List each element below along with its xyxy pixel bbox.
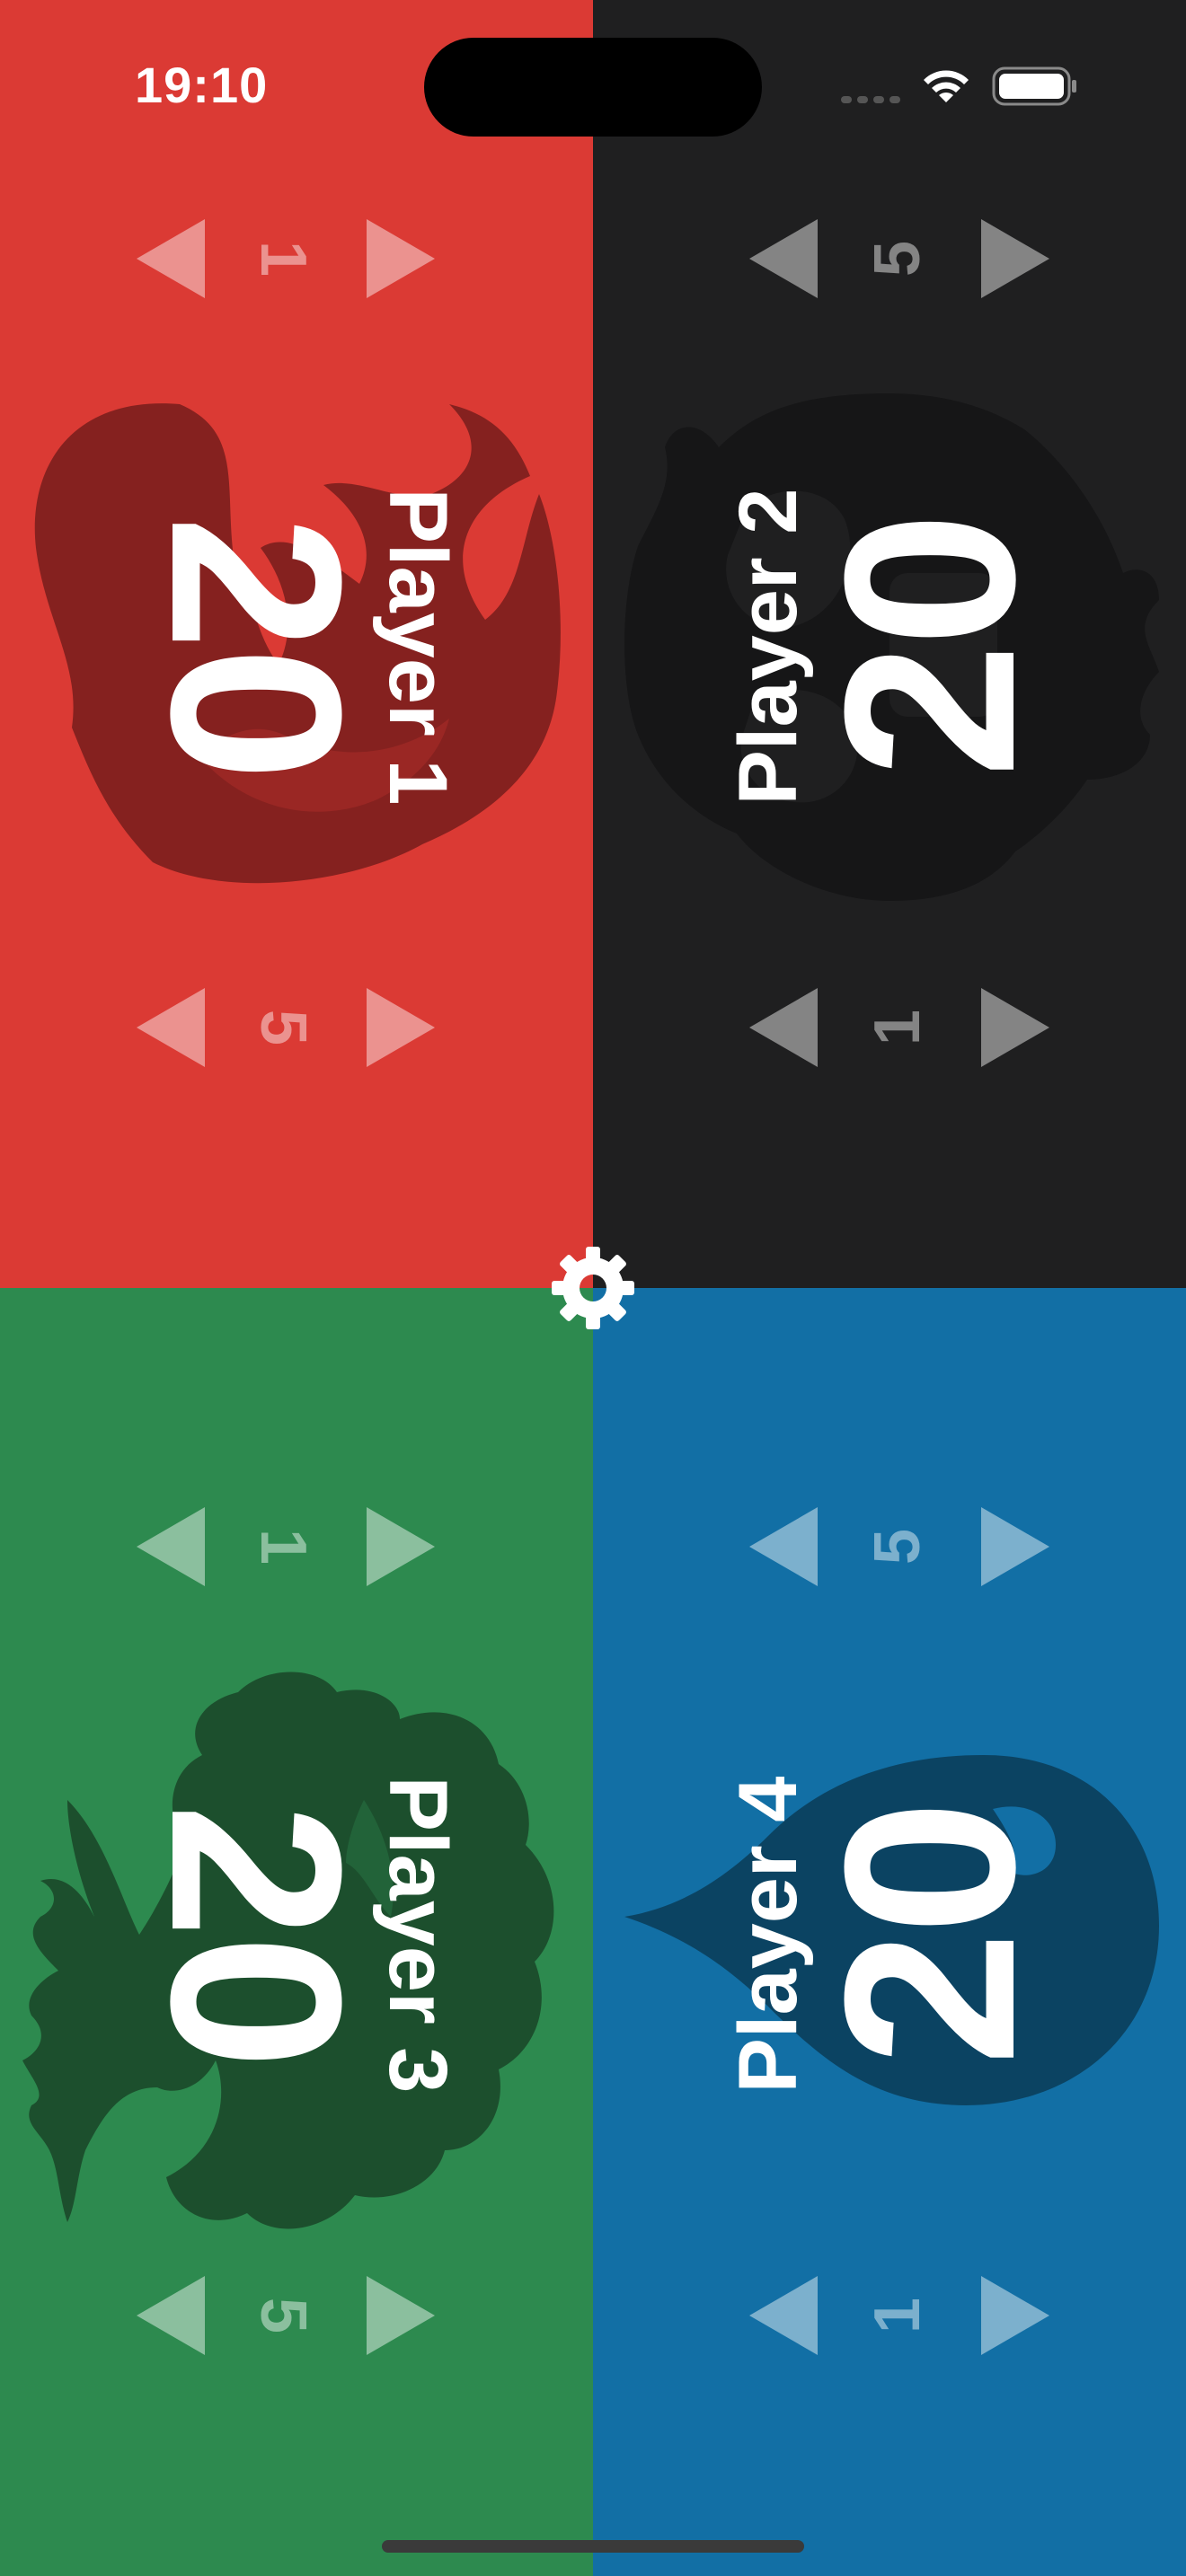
p2-small-decrease-button[interactable] [749,988,818,1067]
p3-large-increase-button[interactable] [367,2276,435,2355]
p4-large-increase-button[interactable] [981,1507,1049,1586]
p3-small-increase-button[interactable] [367,1507,435,1586]
p2-large-step-label: 5 [862,240,934,278]
p1-life-total: 20 [120,515,391,779]
p3-large-decrease-button[interactable] [137,2276,205,2355]
p1-small-step-label: 1 [247,240,319,278]
player-2-panel: 5 Player 2 20 1 [593,0,1186,1288]
p3-life-total: 20 [120,1803,391,2067]
player-1-panel: 1 Player 1 20 5 [0,0,593,1288]
p1-small-increase-button[interactable] [367,219,435,298]
p2-life-block[interactable]: Player 2 20 [722,377,1066,916]
p4-life-block[interactable]: Player 4 20 [722,1665,1066,2204]
p3-small-decrease-button[interactable] [137,1507,205,1586]
battery-icon [992,66,1076,106]
cellular-signal-icon [841,96,900,103]
p3-large-step-label: 5 [247,2297,319,2334]
p4-life-total: 20 [795,1803,1066,2067]
p4-small-increase-button[interactable] [981,2276,1049,2355]
p4-small-step-label: 1 [862,2297,934,2334]
p1-large-step-label: 5 [247,1009,319,1046]
p2-large-increase-button[interactable] [981,219,1049,298]
p4-small-decrease-button[interactable] [749,2276,818,2355]
status-time: 19:10 [135,57,269,113]
p2-life-total: 20 [795,515,1066,779]
p1-large-increase-button[interactable] [367,988,435,1067]
p2-small-step-label: 1 [862,1009,934,1046]
p1-small-decrease-button[interactable] [137,219,205,298]
dynamic-island [424,38,762,137]
player-4-panel: 5 Player 4 20 1 [593,1288,1186,2576]
p2-large-decrease-button[interactable] [749,219,818,298]
player-3-panel: 1 Player 3 20 5 [0,1288,593,2576]
p1-life-block[interactable]: Player 1 20 [120,377,464,916]
p1-large-decrease-button[interactable] [137,988,205,1067]
p4-large-step-label: 5 [862,1528,934,1566]
p3-small-step-label: 1 [247,1528,319,1566]
wifi-icon [924,70,969,102]
home-indicator[interactable] [382,2540,804,2553]
p4-large-decrease-button[interactable] [749,1507,818,1586]
p3-life-block[interactable]: Player 3 20 [120,1665,464,2204]
gear-icon[interactable] [548,1243,638,1333]
p2-small-increase-button[interactable] [981,988,1049,1067]
